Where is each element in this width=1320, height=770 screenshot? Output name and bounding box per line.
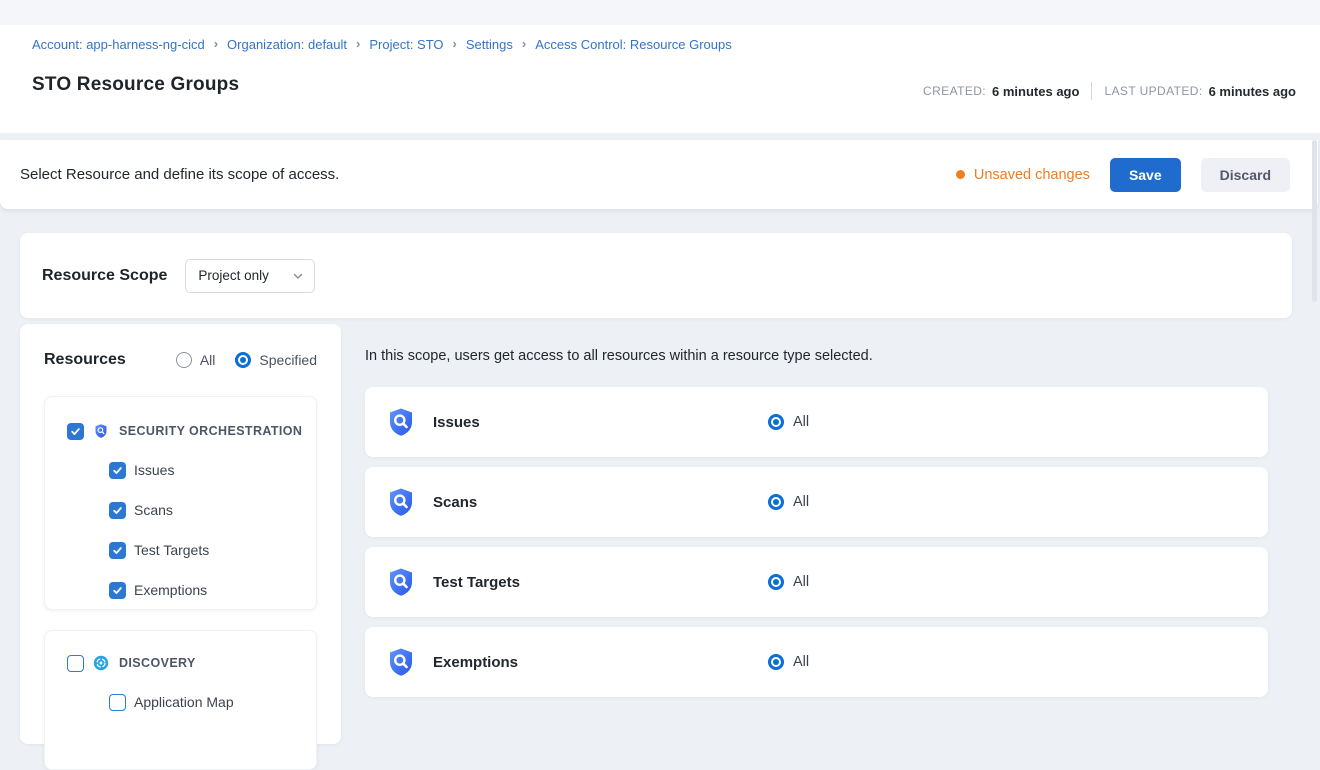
checkbox-scans[interactable] [109,502,126,519]
radio-option-all[interactable]: All [176,352,216,368]
created-value: 6 minutes ago [992,84,1079,99]
breadcrumb-access-control[interactable]: Access Control: Resource Groups [535,37,732,52]
shield-search-icon [385,406,417,438]
resource-row-label: Scans [433,494,477,511]
unsaved-changes-label: Unsaved changes [974,167,1090,183]
access-radio-all[interactable]: All [768,574,809,590]
top-strip [0,0,1320,25]
scope-note: In this scope, users get access to all r… [365,348,1268,364]
access-all-label: All [793,494,809,510]
divider [1091,82,1092,100]
last-updated-label: LAST UPDATED: [1104,84,1202,98]
tree-item-test-targets[interactable]: Test Targets [45,530,316,570]
chevron-right-icon: › [522,36,526,51]
radio-unselected-icon[interactable] [176,352,192,368]
resource-scope-card: Resource Scope Project only [20,233,1292,318]
page-title: STO Resource Groups [32,74,239,96]
timestamps: CREATED: 6 minutes ago LAST UPDATED: 6 m… [923,82,1296,100]
resource-scope-dropdown[interactable]: Project only [185,259,315,293]
radio-selected-icon[interactable] [235,352,251,368]
tree-item-application-map[interactable]: Application Map [45,682,316,722]
toolbar-description: Select Resource and define its scope of … [20,166,339,183]
unsaved-changes-status: Unsaved changes [956,167,1090,183]
tree-item-scans[interactable]: Scans [45,490,316,530]
shield-search-icon [385,566,417,598]
breadcrumb-organization[interactable]: Organization: default [227,37,347,52]
resource-group-card-security-orchestration: SECURITY ORCHESTRATION Issues Scans Test… [44,396,317,610]
discard-button[interactable]: Discard [1201,158,1290,192]
resource-group-card-discovery: DISCOVERY Application Map [44,630,317,770]
resources-title: Resources [44,351,126,369]
checkbox-test-targets[interactable] [109,542,126,559]
tree-item-label: Test Targets [134,542,209,558]
breadcrumb-project[interactable]: Project: STO [369,37,443,52]
resource-row-label: Test Targets [433,574,520,591]
tree-group-security-orchestration[interactable]: SECURITY ORCHESTRATION [45,412,316,450]
resource-scope-label: Resource Scope [42,267,167,285]
breadcrumb: Account: app-harness-ng-cicd › Organizat… [32,37,732,52]
resource-row-issues: Issues All [365,387,1268,457]
radio-specified-label: Specified [259,352,317,368]
resource-row-test-targets: Test Targets All [365,547,1268,617]
shield-search-icon [93,423,109,439]
chevron-down-icon [292,270,304,282]
resources-mode-radio-group: All Specified [176,352,317,368]
access-all-label: All [793,654,809,670]
resource-scope-selected-value: Project only [198,268,269,283]
tree-item-label: Exemptions [134,582,207,598]
radio-selected-icon[interactable] [768,494,784,510]
resource-row-label: Exemptions [433,654,518,671]
tree-item-label: Scans [134,502,173,518]
save-button[interactable]: Save [1110,158,1181,192]
checkbox-discovery[interactable] [67,655,84,672]
tree-item-exemptions[interactable]: Exemptions [45,570,316,610]
toolbar-actions: Unsaved changes Save Discard [956,158,1290,192]
resource-row-scans: Scans All [365,467,1268,537]
radio-selected-icon[interactable] [768,654,784,670]
toolbar: Select Resource and define its scope of … [0,140,1318,209]
access-all-label: All [793,574,809,590]
radio-selected-icon[interactable] [768,574,784,590]
chevron-right-icon: › [453,36,457,51]
shield-search-icon [385,486,417,518]
group-label: SECURITY ORCHESTRATION [119,424,302,438]
resource-row-exemptions: Exemptions All [365,627,1268,697]
access-radio-all[interactable]: All [768,654,809,670]
access-all-label: All [793,414,809,430]
radio-option-specified[interactable]: Specified [235,352,317,368]
radio-all-label: All [200,352,216,368]
unsaved-dot-icon [956,170,965,179]
checkbox-exemptions[interactable] [109,582,126,599]
page-header: Account: app-harness-ng-cicd › Organizat… [0,25,1320,133]
checkbox-security-orchestration[interactable] [67,423,84,440]
radar-icon [93,655,109,671]
chevron-right-icon: › [214,36,218,51]
resources-panel-header: Resources All Specified [20,324,341,369]
checkbox-issues[interactable] [109,462,126,479]
access-radio-all[interactable]: All [768,494,809,510]
radio-selected-icon[interactable] [768,414,784,430]
breadcrumb-account[interactable]: Account: app-harness-ng-cicd [32,37,205,52]
checkbox-application-map[interactable] [109,694,126,711]
tree-item-label: Application Map [134,694,234,710]
tree-group-discovery[interactable]: DISCOVERY [45,644,316,682]
resources-panel: Resources All Specified [20,324,341,744]
resource-row-label: Issues [433,414,480,431]
resource-access-list: In this scope, users get access to all r… [365,324,1268,707]
last-updated-value: 6 minutes ago [1209,84,1296,99]
shield-search-icon [385,646,417,678]
group-label: DISCOVERY [119,656,196,670]
breadcrumb-settings[interactable]: Settings [466,37,513,52]
tree-item-label: Issues [134,462,174,478]
access-radio-all[interactable]: All [768,414,809,430]
tree-item-issues[interactable]: Issues [45,450,316,490]
created-label: CREATED: [923,84,986,98]
scrollbar-thumb[interactable] [1312,140,1317,302]
chevron-right-icon: › [356,36,360,51]
